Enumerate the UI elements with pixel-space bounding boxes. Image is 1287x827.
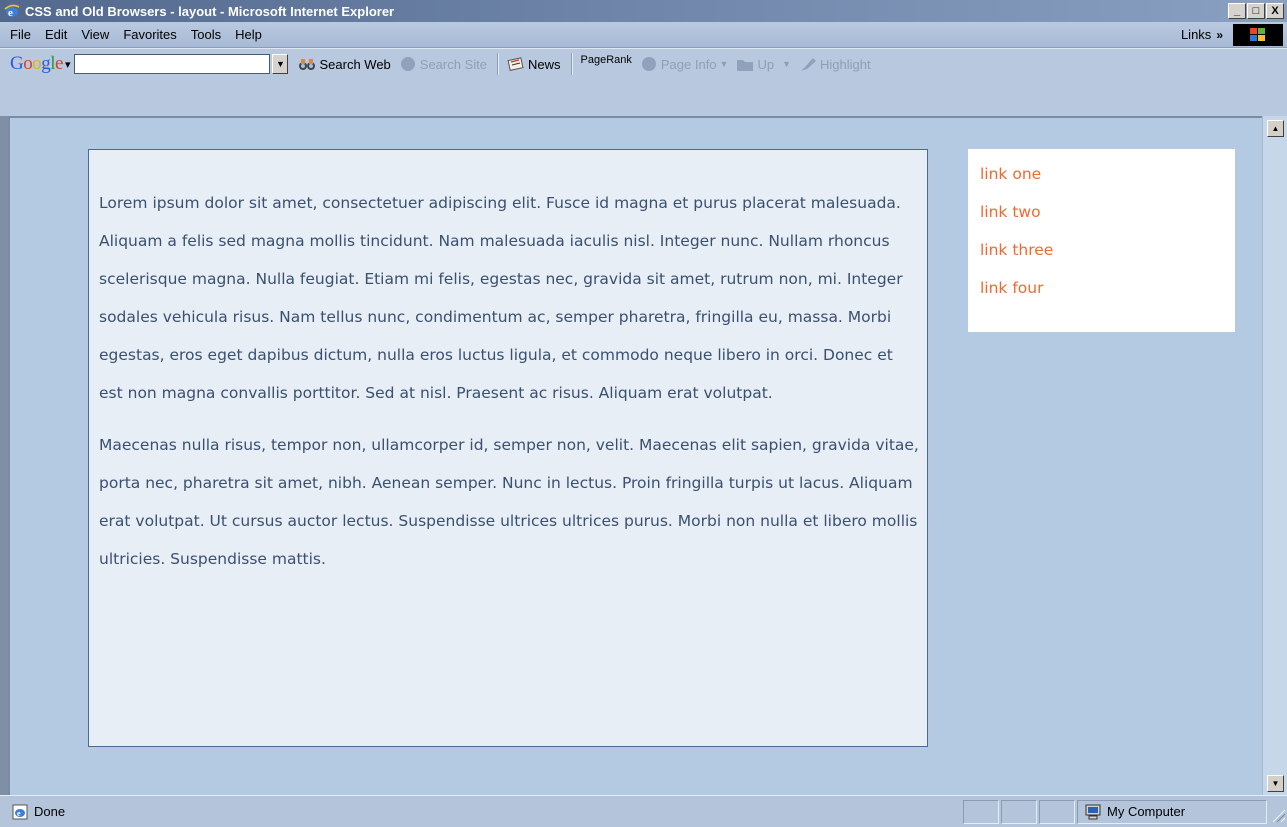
page-viewport[interactable]: Lorem ipsum dolor sit amet, consectetuer…	[8, 116, 1262, 795]
window-controls: _ □ X	[1227, 3, 1284, 19]
windows-logo-icon	[1233, 24, 1283, 46]
page-done-icon: e	[12, 804, 28, 820]
status-panel	[1039, 799, 1075, 824]
search-web-button[interactable]: Search Web	[298, 55, 391, 73]
up-label: Up	[757, 56, 775, 72]
nav-link-two[interactable]: link two	[980, 193, 1235, 231]
status-panel	[1001, 799, 1037, 824]
google-search-input[interactable]	[74, 54, 271, 74]
chevron-down-icon[interactable]: ▼	[720, 59, 729, 69]
page-info-icon	[640, 55, 658, 73]
status-text: Done	[34, 804, 66, 819]
highlighter-icon	[799, 55, 817, 73]
google-toolbar: Google ▾ ▼ Search Web Search Site News P…	[0, 48, 1287, 116]
menu-help[interactable]: Help	[228, 27, 269, 42]
toolbar-separator	[570, 53, 573, 75]
status-bar: e Done My Computer	[0, 795, 1287, 827]
title-bar[interactable]: e CSS and Old Browsers - layout - Micros…	[0, 0, 1287, 22]
svg-text:e: e	[8, 7, 13, 19]
binoculars-icon	[298, 55, 316, 73]
highlight-label: Highlight	[820, 56, 871, 72]
scroll-down-button[interactable]: ▼	[1267, 775, 1284, 792]
menu-view[interactable]: View	[74, 27, 116, 42]
scroll-up-button[interactable]: ▲	[1267, 120, 1284, 137]
folder-icon	[736, 55, 754, 73]
news-label: News	[527, 56, 561, 72]
content-paragraph: Maecenas nulla risus, tempor non, ullamc…	[99, 436, 919, 568]
sidebar-nav: link one link two link three link four	[968, 149, 1235, 332]
search-site-icon	[399, 55, 417, 73]
links-label: Links	[1180, 27, 1212, 42]
security-zone[interactable]: My Computer	[1077, 799, 1267, 824]
chevron-down-icon[interactable]: ▼	[782, 59, 791, 69]
security-zone-label: My Computer	[1107, 804, 1186, 819]
window-title: CSS and Old Browsers - layout - Microsof…	[25, 3, 395, 19]
news-button[interactable]: News	[507, 55, 561, 73]
menu-tools[interactable]: Tools	[184, 27, 228, 42]
svg-text:e: e	[17, 809, 21, 818]
pagerank-indicator[interactable]: PageRank	[581, 54, 632, 66]
links-toolbar[interactable]: Links »	[1181, 27, 1223, 42]
close-button[interactable]: X	[1266, 3, 1284, 19]
minimize-button[interactable]: _	[1228, 3, 1246, 19]
menu-bar: File Edit View Favorites Tools Help Link…	[0, 22, 1287, 48]
google-menu-arrow-icon[interactable]: ▾	[65, 58, 71, 71]
menu-edit[interactable]: Edit	[38, 27, 74, 42]
resize-grip-icon[interactable]	[1267, 800, 1287, 824]
internet-explorer-icon: e	[4, 3, 20, 19]
content-paragraph: Lorem ipsum dolor sit amet, consectetuer…	[99, 194, 903, 402]
newspaper-icon	[507, 55, 525, 73]
search-web-label: Search Web	[319, 56, 391, 72]
nav-link-one[interactable]: link one	[980, 155, 1235, 193]
nav-link-three[interactable]: link three	[980, 231, 1235, 269]
search-history-dropdown[interactable]: ▼	[272, 54, 289, 74]
menu-favorites[interactable]: Favorites	[116, 27, 183, 42]
status-panels: My Computer	[961, 799, 1287, 824]
up-button[interactable]: Up ▼	[736, 55, 791, 73]
toolbar-separator	[496, 53, 499, 75]
my-computer-icon	[1084, 804, 1102, 820]
status-text-area: e Done	[0, 804, 961, 820]
search-site-button[interactable]: Search Site	[399, 55, 487, 73]
highlight-button[interactable]: Highlight	[799, 55, 871, 73]
page-info-label: Page Info	[660, 56, 717, 72]
nav-link-four[interactable]: link four	[980, 269, 1235, 307]
chevron-icon[interactable]: »	[1216, 28, 1223, 42]
search-site-label: Search Site	[419, 56, 487, 72]
page-info-button[interactable]: Page Info ▼	[640, 55, 729, 73]
vertical-scrollbar[interactable]: ▲ ▼	[1262, 116, 1287, 795]
google-logo[interactable]: Google	[0, 53, 63, 75]
main-content-box: Lorem ipsum dolor sit amet, consectetuer…	[88, 149, 928, 747]
status-panel	[963, 799, 999, 824]
maximize-button[interactable]: □	[1247, 3, 1265, 19]
menu-file[interactable]: File	[0, 27, 38, 42]
